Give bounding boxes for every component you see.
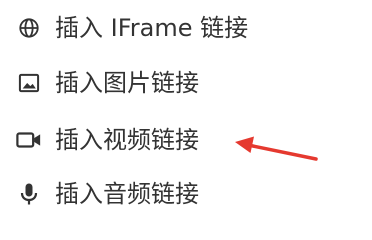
menu-item-insert-image-link[interactable]: 插入图片链接	[0, 55, 300, 111]
menu-item-label: 插入音频链接	[55, 180, 199, 208]
image-icon	[16, 70, 42, 96]
video-camera-icon	[16, 127, 42, 153]
microphone-icon	[16, 181, 42, 207]
globe-icon	[16, 15, 42, 41]
menu-item-label: 插入图片链接	[55, 69, 199, 97]
menu-item-insert-video-link[interactable]: 插入视频链接	[0, 112, 300, 168]
menu-item-label: 插入 IFrame 链接	[55, 14, 249, 42]
menu-item-insert-iframe-link[interactable]: 插入 IFrame 链接	[0, 0, 300, 56]
menu-item-label: 插入视频链接	[55, 126, 199, 154]
menu-item-insert-audio-link[interactable]: 插入音频链接	[0, 166, 300, 222]
insert-link-menu: 插入 IFrame 链接 插入图片链接 插入视频链接 插入音频链接	[0, 0, 372, 232]
